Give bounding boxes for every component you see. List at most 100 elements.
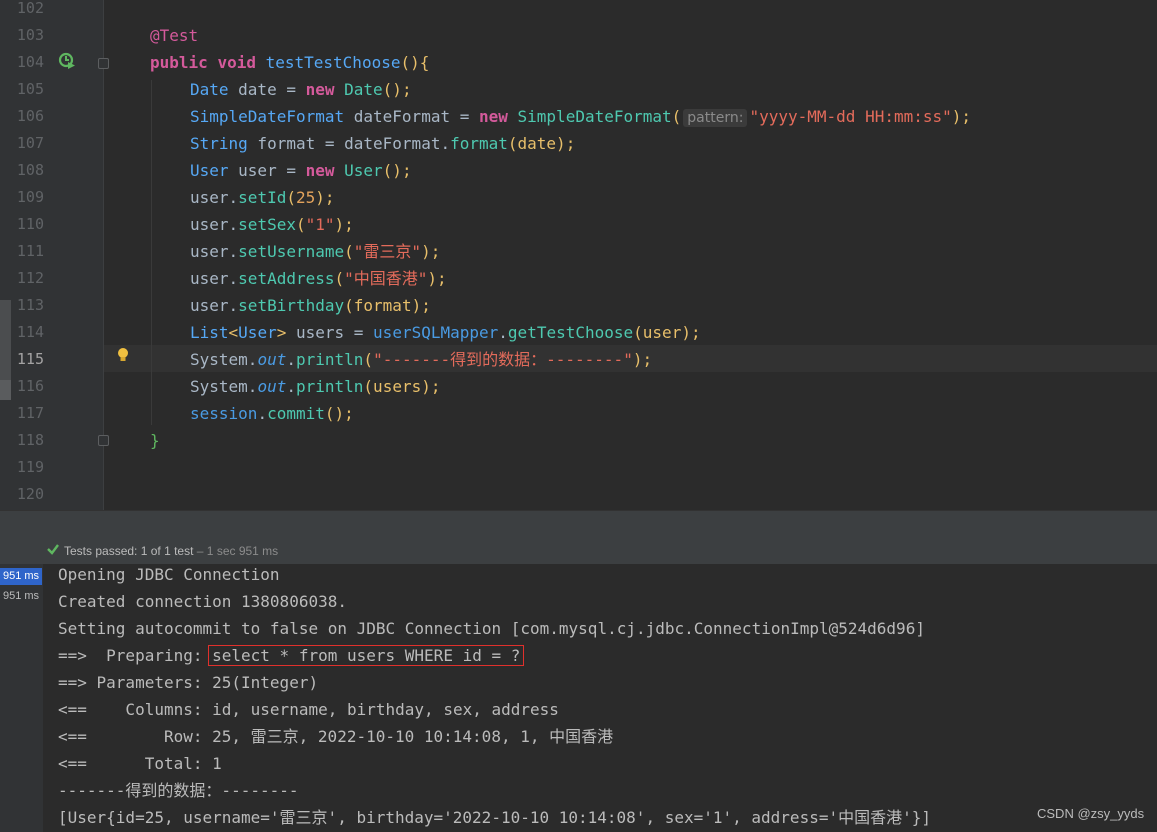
type-token: User xyxy=(238,323,277,342)
punctuation-token: ); xyxy=(427,269,447,288)
code-line-112[interactable]: user.setAddress("中国香港"); xyxy=(190,265,447,292)
method-call-token: setId xyxy=(238,188,287,207)
string-token: "yyyy-MM-dd HH:mm:ss" xyxy=(749,107,952,126)
code-line-117[interactable]: session.commit(); xyxy=(190,400,354,427)
punctuation-token: (); xyxy=(324,404,354,423)
punctuation-token: (user); xyxy=(633,323,701,342)
line-number: 109 xyxy=(16,188,44,206)
number-token: 25 xyxy=(295,188,316,207)
duration-badge[interactable]: 951 ms xyxy=(0,588,42,605)
code-token: format = dateFormat. xyxy=(247,134,451,153)
method-call-token: getTestChoose xyxy=(507,323,634,342)
console-output[interactable]: 951 ms 951 ms Opening JDBC Connection Cr… xyxy=(0,564,1157,832)
punctuation-token: (date); xyxy=(507,134,576,153)
method-name-token: testTestChoose xyxy=(265,53,401,72)
code-line-107[interactable]: String format = dateFormat.format(date); xyxy=(190,130,575,157)
console-line: <== Total: 1 xyxy=(58,754,222,773)
console-prefix: ==> Preparing: xyxy=(58,646,213,665)
punctuation-token: ( xyxy=(671,107,682,126)
code-token: . xyxy=(286,350,296,369)
code-line-113[interactable]: user.setBirthday(format); xyxy=(190,292,431,319)
line-number: 114 xyxy=(16,323,44,341)
punctuation-token: (); xyxy=(382,161,412,180)
type-token: List xyxy=(190,323,229,342)
type-token: Date xyxy=(334,80,383,99)
line-number: 120 xyxy=(16,485,44,503)
code-line-104[interactable]: public void testTestChoose(){ xyxy=(150,49,429,76)
fold-marker[interactable] xyxy=(98,435,109,446)
punctuation-token: ( xyxy=(344,242,354,261)
line-number: 116 xyxy=(16,377,44,395)
code-line-111[interactable]: user.setUsername("雷三京"); xyxy=(190,238,440,265)
code-line-116[interactable]: System.out.println(users); xyxy=(190,373,440,400)
line-number: 119 xyxy=(16,458,44,476)
line-number: 103 xyxy=(16,26,44,44)
indent-guide xyxy=(151,80,152,425)
status-count: 1 xyxy=(140,544,148,558)
code-editor[interactable]: 102 103 104 105 106 107 108 109 110 111 … xyxy=(0,0,1157,510)
lightbulb-icon[interactable] xyxy=(116,347,130,363)
annotation-token: @Test xyxy=(150,26,199,45)
method-call-token: println xyxy=(295,350,364,369)
console-line: <== Row: 25, 雷三京, 2022-10-10 10:14:08, 1… xyxy=(58,727,614,746)
edge-marker xyxy=(0,300,11,380)
keyword-token: new xyxy=(305,80,335,99)
panel-divider[interactable] xyxy=(0,510,1157,539)
code-line-114[interactable]: List<User> users = userSQLMapper.getTest… xyxy=(190,319,701,346)
line-number: 105 xyxy=(16,80,44,98)
duration-badge-selected[interactable]: 951 ms xyxy=(0,568,42,585)
punctuation-token: ); xyxy=(951,107,972,126)
highlighted-sql: select * from users WHERE id = ? xyxy=(208,645,525,666)
code-line-105[interactable]: Date date = new Date(); xyxy=(190,76,412,103)
punctuation-token: (); xyxy=(382,80,412,99)
keyword-token: new xyxy=(305,161,335,180)
line-number: 117 xyxy=(16,404,44,422)
brace-token: } xyxy=(150,431,160,450)
punctuation-token: (format); xyxy=(344,296,431,315)
test-status-text: Tests passed: 1 of 1 test – 1 sec 951 ms xyxy=(64,544,278,558)
static-field-token: out xyxy=(257,377,287,396)
code-line-103[interactable]: @Test xyxy=(150,22,198,49)
keyword-token: void xyxy=(217,53,256,72)
string-token: "-------得到的数据：--------" xyxy=(373,350,633,369)
code-line-118[interactable]: } xyxy=(150,427,160,454)
type-token: String xyxy=(190,134,248,153)
string-token: "中国香港" xyxy=(344,269,428,288)
run-test-icon[interactable] xyxy=(58,52,76,70)
console-line: ==> Preparing: select * from users WHERE… xyxy=(58,642,525,669)
code-line-108[interactable]: User user = new User(); xyxy=(190,157,412,184)
code-line-109[interactable]: user.setId(25); xyxy=(190,184,335,211)
type-token: SimpleDateFormat xyxy=(190,107,345,126)
code-token: users = xyxy=(286,323,374,342)
type-token: Date xyxy=(190,80,229,99)
keyword-token: new xyxy=(478,107,508,126)
punctuation-token: > xyxy=(276,323,287,342)
watermark: CSDN @zsy_yyds xyxy=(1037,806,1145,821)
method-call-token: setBirthday xyxy=(238,296,345,315)
code-line-115[interactable]: System.out.println("-------得到的数据：-------… xyxy=(190,346,652,373)
fold-marker[interactable] xyxy=(98,58,109,69)
type-token: SimpleDateFormat xyxy=(507,107,672,126)
code-token: System. xyxy=(190,377,258,396)
method-call-token: setUsername xyxy=(238,242,345,261)
console-line: -------得到的数据：-------- xyxy=(58,781,299,800)
code-token: . xyxy=(498,323,508,342)
static-field-token: out xyxy=(257,350,287,369)
line-number: 113 xyxy=(16,296,44,314)
edge-marker xyxy=(0,380,11,400)
code-token: user. xyxy=(190,242,239,261)
punctuation-token: ); xyxy=(315,188,335,207)
check-icon xyxy=(47,544,59,555)
line-number-current: 115 xyxy=(16,350,44,368)
code-token: user. xyxy=(190,188,239,207)
punctuation-token: (){ xyxy=(400,53,430,72)
field-token: session xyxy=(190,404,258,423)
console-line: [User{id=25, username='雷三京', birthday='2… xyxy=(58,808,931,827)
code-token: System. xyxy=(190,350,258,369)
line-number: 102 xyxy=(16,0,44,17)
code-line-110[interactable]: user.setSex("1"); xyxy=(190,211,354,238)
punctuation-token: ); xyxy=(421,242,441,261)
code-line-106[interactable]: SimpleDateFormat dateFormat = new Simple… xyxy=(190,103,971,130)
